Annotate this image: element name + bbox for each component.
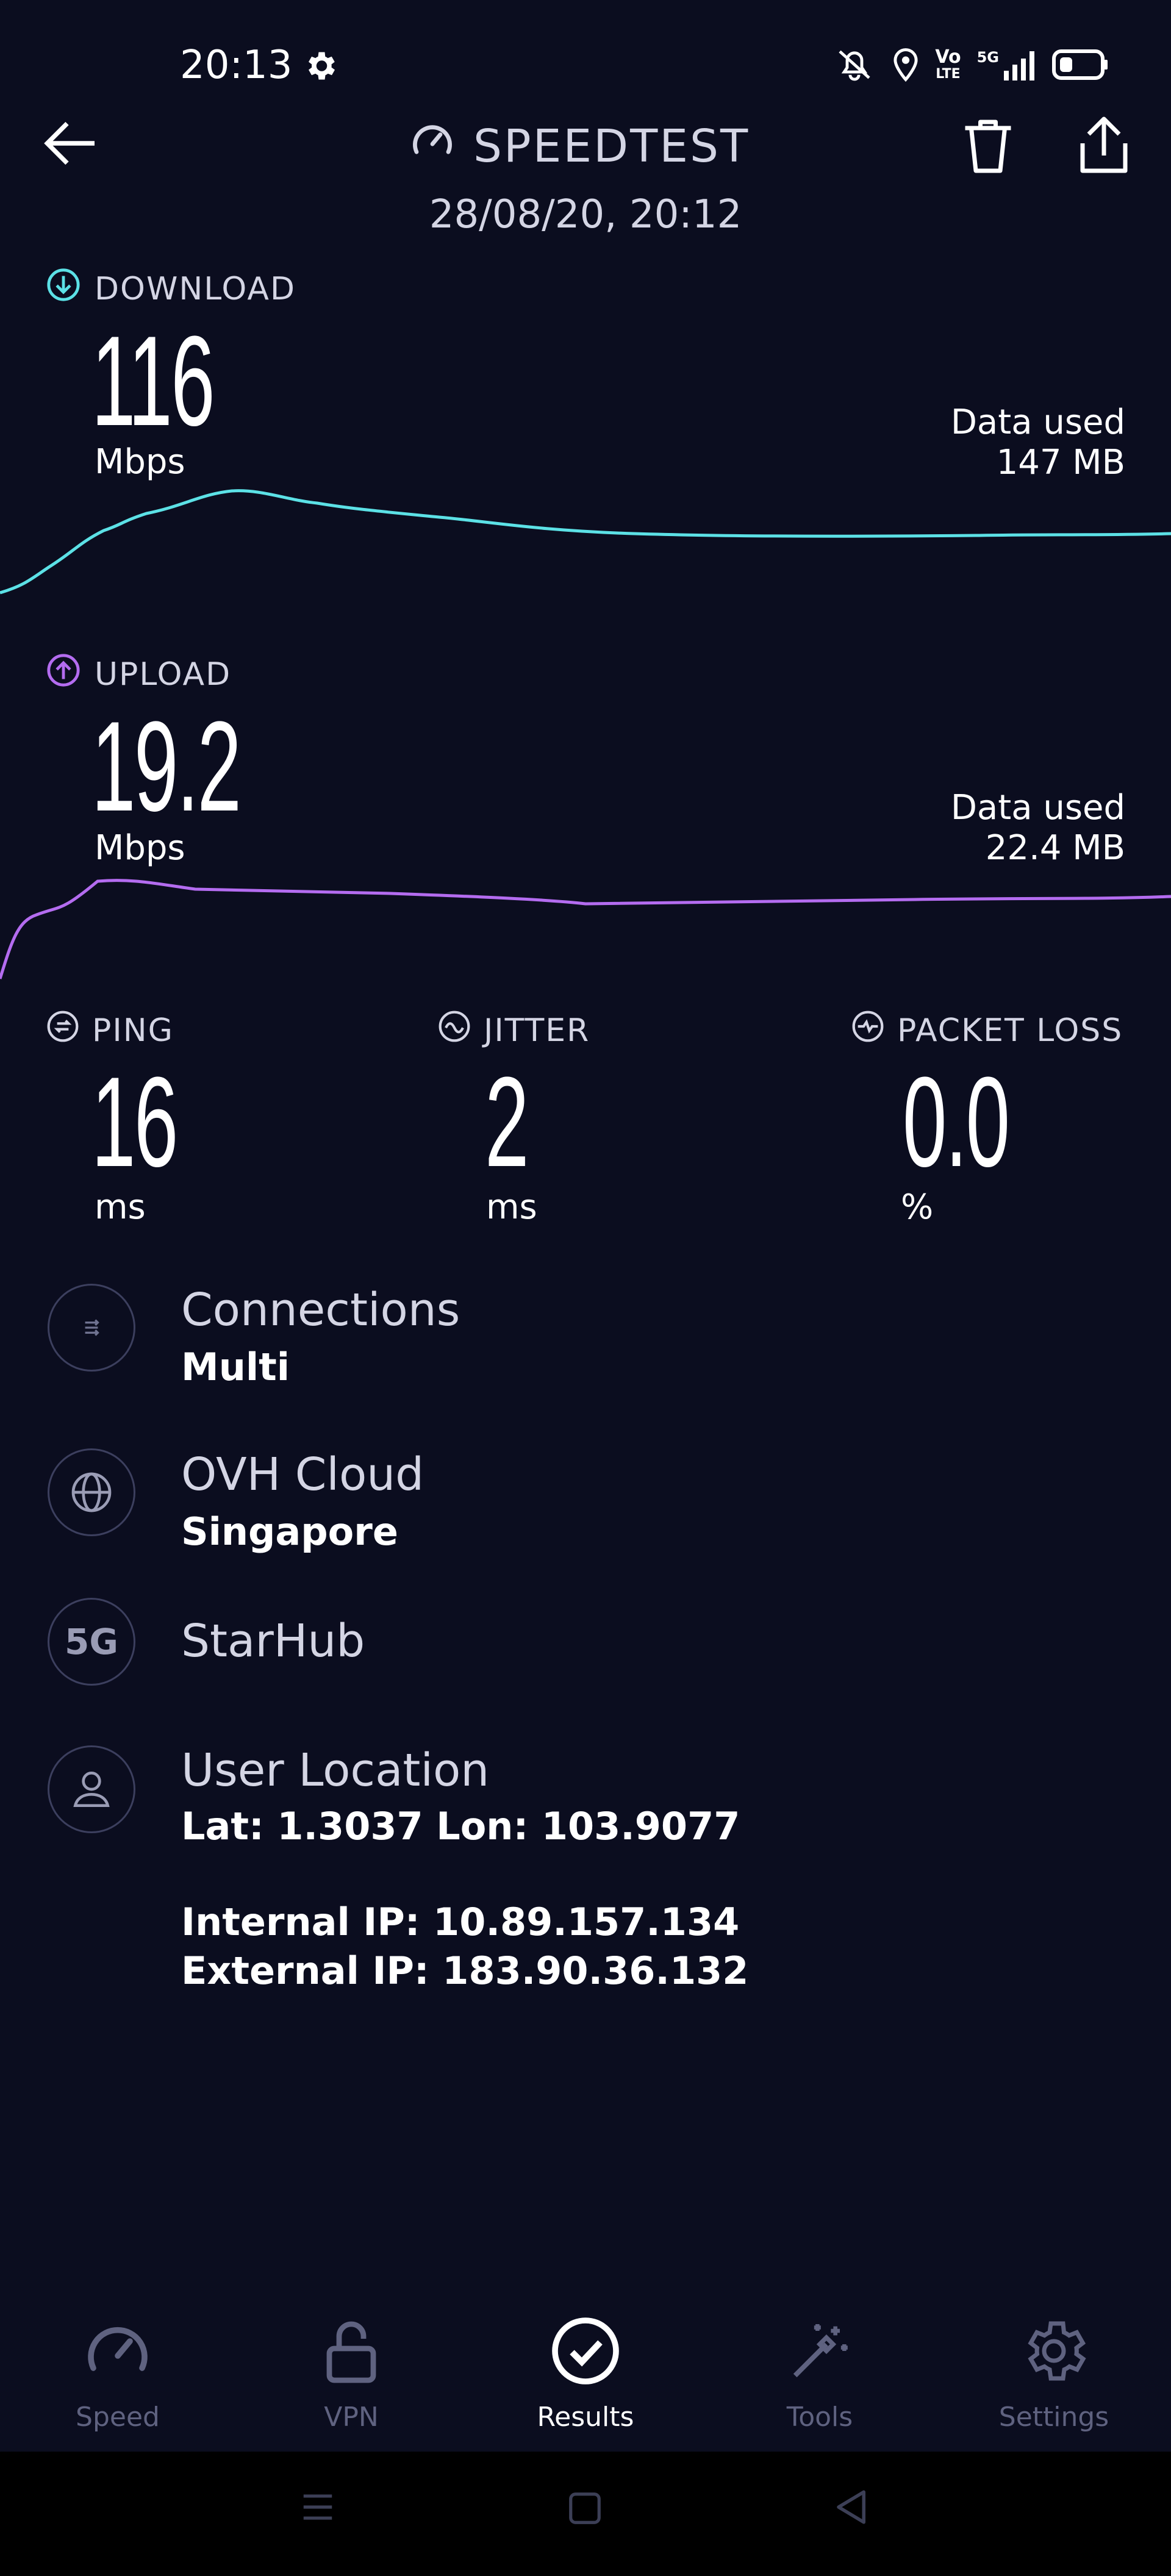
back-icon[interactable] (832, 2487, 872, 2530)
volte-icon: Vo LTE (935, 46, 961, 83)
signal-label: 5G (976, 49, 999, 66)
result-date: 28/08/20, 20:12 (429, 192, 742, 237)
upload-value: 19.2 (91, 695, 242, 838)
jitter-label-text: JITTER (484, 1012, 590, 1049)
internal-ip: Internal IP: 10.89.157.134 (181, 1900, 740, 1944)
location-icon (892, 46, 919, 85)
gear-icon (302, 48, 338, 84)
nav-settings-label: Settings (998, 2402, 1109, 2433)
ping-value: 16 (91, 1050, 178, 1193)
back-arrow-icon (44, 121, 95, 165)
nav-speed[interactable]: Speed (26, 2293, 209, 2439)
download-graph (0, 489, 1171, 595)
jitter-value: 2 (485, 1050, 529, 1193)
connections-title: Connections (181, 1284, 460, 1336)
packet-loss-label-text: PACKET LOSS (897, 1012, 1123, 1049)
upload-unit: Mbps (95, 828, 185, 868)
upload-data-used: Data used 22.4 MB (951, 788, 1125, 868)
packet-loss-label: PACKET LOSS (851, 1009, 1123, 1051)
user-coordinates: Lat: 1.3037 Lon: 103.9077 (181, 1804, 740, 1848)
ping-icon (46, 1009, 80, 1051)
status-icons: Vo LTE 5G (833, 45, 1110, 87)
ping-label-text: PING (92, 1012, 174, 1049)
system-navigation-bar (0, 2452, 1171, 2576)
nav-tools-label: Tools (786, 2402, 853, 2433)
upload-data-used-label: Data used (950, 788, 1125, 828)
share-button[interactable] (1070, 113, 1137, 180)
back-button[interactable] (37, 110, 104, 177)
volte-bottom-label: LTE (936, 66, 961, 82)
nav-results-label: Results (537, 2402, 634, 2433)
nav-tools[interactable]: Tools (728, 2293, 911, 2439)
app-title: SPEEDTEST (473, 120, 750, 173)
lock-icon (315, 2311, 388, 2391)
status-bar: 20:13 Vo LTE 5G (0, 0, 1171, 122)
download-value: 116 (91, 309, 215, 453)
speedometer-icon (81, 2311, 154, 2391)
volte-top-label: Vo (935, 46, 961, 68)
packet-loss-icon (851, 1009, 885, 1051)
packet-loss-value: 0.0 (903, 1050, 1010, 1193)
5g-icon: 5G (48, 1598, 135, 1686)
user-icon (48, 1745, 135, 1833)
speedometer-icon (409, 117, 456, 176)
trash-icon (965, 120, 1011, 173)
gear-icon (1017, 2311, 1090, 2391)
globe-icon (48, 1448, 135, 1536)
download-data-used: Data used 147 MB (951, 402, 1125, 483)
menu-icon[interactable] (299, 2488, 337, 2528)
check-circle-icon (549, 2311, 622, 2391)
nav-vpn-label: VPN (324, 2402, 379, 2433)
server-title: OVH Cloud (181, 1448, 424, 1501)
server-location: Singapore (181, 1509, 398, 1554)
download-label-text: DOWNLOAD (95, 270, 296, 307)
external-ip: External IP: 183.90.36.132 (181, 1948, 749, 1993)
home-icon[interactable] (566, 2489, 604, 2530)
nav-speed-label: Speed (76, 2402, 160, 2433)
user-location-title: User Location (181, 1744, 490, 1797)
download-arrow-icon (46, 267, 81, 310)
5g-signal-icon: 5G (977, 49, 1036, 83)
upload-label: UPLOAD (46, 653, 231, 696)
nav-vpn[interactable]: VPN (260, 2293, 443, 2439)
jitter-unit: ms (486, 1187, 537, 1227)
upload-label-text: UPLOAD (95, 656, 232, 693)
share-icon (1080, 116, 1128, 173)
download-label: DOWNLOAD (46, 267, 296, 310)
nav-results[interactable]: Results (494, 2293, 677, 2439)
upload-data-used-value: 22.4 MB (985, 828, 1125, 868)
packet-loss-unit: % (901, 1187, 934, 1227)
upload-arrow-icon (46, 653, 81, 696)
jitter-icon (437, 1009, 471, 1051)
battery-icon (1051, 48, 1110, 84)
connections-icon (48, 1284, 135, 1372)
header-title: SPEEDTEST (409, 119, 750, 174)
upload-graph (0, 879, 1171, 979)
5g-badge-text: 5G (65, 1621, 118, 1662)
status-time: 20:13 (180, 43, 293, 88)
jitter-label: JITTER (437, 1009, 590, 1051)
download-data-used-label: Data used (950, 402, 1125, 442)
bottom-nav: Speed VPN Results Tools Settings (0, 2293, 1171, 2452)
upload-graph-line (0, 879, 1171, 979)
mute-bell-icon (833, 46, 876, 85)
nav-settings[interactable]: Settings (962, 2293, 1145, 2439)
provider-name: StarHub (181, 1615, 365, 1667)
connections-value: Multi (181, 1345, 290, 1389)
delete-button[interactable] (958, 113, 1019, 180)
download-graph-line (0, 489, 1171, 595)
magic-wand-icon (783, 2311, 856, 2391)
ping-unit: ms (95, 1187, 146, 1227)
ping-label: PING (46, 1009, 174, 1051)
